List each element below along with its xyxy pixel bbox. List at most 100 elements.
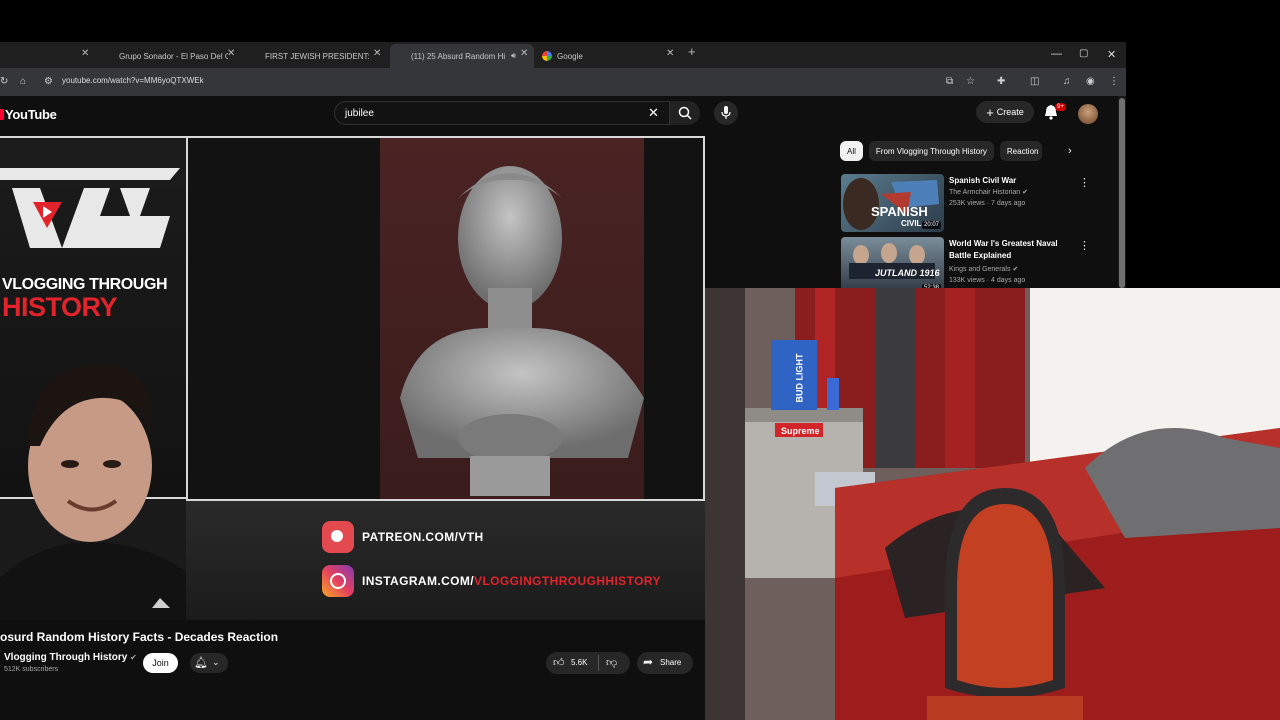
recommendation-item[interactable]: JUTLAND 1916 52:38 World War I's Greates… bbox=[841, 237, 1091, 295]
instagram-icon bbox=[322, 565, 354, 597]
speaker-icon[interactable]: 🔊︎ bbox=[511, 51, 516, 61]
site-info-icon[interactable]: ⚙ bbox=[44, 77, 53, 87]
webcam-room-image bbox=[705, 288, 1280, 720]
bookmark-star-icon[interactable]: ☆ bbox=[966, 77, 975, 87]
tab-label: Google bbox=[557, 51, 583, 61]
instagram-row: INSTAGRAM.COM/VLOGGINGTHROUGHHISTORY bbox=[322, 565, 661, 597]
youtube-logo[interactable]: YouTube bbox=[0, 107, 57, 122]
chip-reaction[interactable]: Reaction bbox=[999, 141, 1042, 161]
search-button[interactable] bbox=[670, 101, 700, 125]
like-count[interactable]: 5.6K bbox=[571, 658, 587, 667]
search-input[interactable]: jubilee bbox=[345, 108, 374, 119]
voice-search-button[interactable] bbox=[714, 101, 738, 125]
menu-icon[interactable]: ⋮ bbox=[1109, 77, 1119, 87]
recommendation-title[interactable]: Spanish Civil War bbox=[949, 175, 1069, 187]
profile-icon[interactable]: ◉ bbox=[1086, 77, 1095, 87]
instagram-handle: VLOGGINGTHROUGHHISTORY bbox=[474, 574, 661, 588]
address-bar: ↻ ⌂ ⚙ youtube.com/watch?v=MM6yoQTXWEk ⧉ … bbox=[0, 68, 1126, 96]
close-tab-icon[interactable]: ✕ bbox=[520, 49, 528, 59]
chip-all[interactable]: All bbox=[840, 141, 863, 161]
maximize-icon[interactable]: ▢ bbox=[1079, 48, 1088, 59]
like-dislike-group: 👍︎ 5.6K 👎︎ bbox=[546, 652, 630, 674]
side-panel-icon[interactable]: ◫ bbox=[1030, 77, 1039, 87]
verified-icon: ✔ bbox=[130, 653, 137, 662]
thumbs-down-icon[interactable]: 👎︎ bbox=[606, 656, 617, 669]
channel-name[interactable]: Vlogging Through History ✔ bbox=[4, 652, 137, 663]
webcam-overlay: BUD LIGHT Supreme bbox=[705, 288, 1280, 720]
youtube-logo-icon bbox=[0, 109, 4, 120]
more-options-icon[interactable]: ⋮ bbox=[1079, 239, 1090, 252]
channel-name-text: Vlogging Through History bbox=[4, 652, 128, 663]
vth-logo-icon bbox=[0, 168, 180, 248]
tab-grupo-sonador[interactable]: Grupo Sonador - El Paso Del G bbox=[104, 44, 228, 68]
recommendation-item[interactable]: SPANISH CIVIL 20:07 Spanish Civil War Th… bbox=[841, 174, 1091, 232]
recommendation-channel-name: The Armchair Historian bbox=[949, 189, 1021, 196]
close-tab-icon[interactable]: ✕ bbox=[373, 49, 381, 59]
install-app-icon[interactable]: ⧉ bbox=[946, 77, 953, 87]
close-tab-icon[interactable]: ✕ bbox=[81, 49, 89, 59]
more-options-icon[interactable]: ⋮ bbox=[1079, 176, 1090, 189]
share-button[interactable]: ➦ Share bbox=[637, 652, 693, 674]
create-button[interactable]: + Create bbox=[976, 101, 1034, 123]
media-control-icon[interactable]: ♫ bbox=[1063, 77, 1071, 87]
microphone-icon bbox=[721, 106, 731, 119]
home-icon[interactable]: ⌂ bbox=[20, 77, 26, 87]
divider bbox=[598, 655, 599, 671]
url-field[interactable]: youtube.com/watch?v=MM6yoQTXWEk bbox=[62, 76, 204, 85]
vth-brand-line2: HISTORY bbox=[2, 292, 118, 322]
reload-icon[interactable]: ↻ bbox=[0, 77, 8, 87]
recommendation-channel-name: Kings and Generals bbox=[949, 266, 1011, 273]
close-tab-icon[interactable]: ✕ bbox=[666, 49, 674, 59]
close-window-icon[interactable]: ✕ bbox=[1107, 48, 1116, 61]
recommendation-title[interactable]: World War I's Greatest Naval Battle Expl… bbox=[949, 238, 1069, 262]
google-favicon-icon bbox=[542, 51, 552, 61]
close-tab-icon[interactable]: ✕ bbox=[227, 49, 235, 59]
clear-search-icon[interactable]: ✕ bbox=[648, 105, 659, 121]
promo-banner: PATREON.COM/VTH INSTAGRAM.COM/VLOGGINGTH… bbox=[186, 501, 705, 620]
subscriber-count: 512K subscribers bbox=[4, 666, 59, 673]
patreon-row: PATREON.COM/VTH bbox=[322, 521, 484, 553]
share-icon: ➦ bbox=[643, 655, 654, 669]
video-duration: 20:07 bbox=[921, 221, 941, 229]
filter-chips: All From Vlogging Through History Reacti… bbox=[840, 141, 1042, 161]
notification-badge: 9+ bbox=[1055, 103, 1066, 111]
instagram-text: INSTAGRAM.COM/VLOGGINGTHROUGHHISTORY bbox=[362, 574, 661, 588]
recommendation-channel[interactable]: Kings and Generals ✔ bbox=[949, 265, 1018, 273]
minimize-icon[interactable]: — bbox=[1051, 48, 1062, 60]
create-label: Create bbox=[996, 107, 1024, 117]
tab-first-jewish-president[interactable]: FIRST JEWISH PRESIDENT: Ad bbox=[250, 44, 370, 68]
thumbs-up-icon[interactable]: 👍︎ bbox=[553, 656, 565, 669]
thumbnail-text: JUTLAND 1916 bbox=[875, 268, 940, 278]
recommendation-channel[interactable]: The Armchair Historian ✔ bbox=[949, 188, 1028, 196]
video-player[interactable]: VLOGGING THROUGH HISTORY PATREON.COM/VTH… bbox=[0, 136, 705, 620]
video-thumbnail[interactable]: SPANISH CIVIL 20:07 bbox=[841, 174, 944, 232]
main-video-frame bbox=[186, 136, 705, 501]
patreon-icon bbox=[322, 521, 354, 553]
tab-label: Grupo Sonador - El Paso Del G bbox=[119, 51, 228, 61]
recommendation-meta: 133K views · 4 days ago bbox=[949, 277, 1026, 284]
roman-bust-image bbox=[400, 166, 644, 496]
verified-icon: ✔ bbox=[1022, 189, 1029, 196]
share-label: Share bbox=[660, 658, 682, 667]
video-thumbnail[interactable]: JUTLAND 1916 52:38 bbox=[841, 237, 944, 295]
tab-google[interactable]: Google bbox=[542, 44, 662, 68]
subscription-bell-button[interactable]: 🔔︎ ⌄ bbox=[190, 653, 228, 673]
tab-label: FIRST JEWISH PRESIDENT: Ad bbox=[265, 51, 370, 61]
new-tab-icon[interactable]: + bbox=[688, 45, 696, 58]
video-title: osurd Random History Facts - Decades Rea… bbox=[0, 630, 279, 644]
account-avatar[interactable] bbox=[1078, 104, 1098, 124]
search-box[interactable]: jubilee bbox=[334, 101, 670, 125]
join-button[interactable]: Join bbox=[143, 653, 178, 673]
chevron-right-icon[interactable]: › bbox=[1068, 145, 1072, 157]
youtube-logo-text: YouTube bbox=[5, 107, 57, 122]
verified-icon: ✔ bbox=[1012, 266, 1019, 273]
extensions-icon[interactable]: ✚ bbox=[997, 77, 1005, 87]
thumbnail-subtext: CIVIL bbox=[901, 219, 922, 228]
thumbnail-text: SPANISH bbox=[871, 204, 928, 219]
scrollbar-thumb[interactable] bbox=[1119, 98, 1125, 288]
tab-absurd-random-history[interactable]: (11) 25 Absurd Random Hi 🔊︎ bbox=[390, 44, 534, 68]
plus-icon: + bbox=[986, 104, 994, 120]
instagram-prefix: INSTAGRAM.COM/ bbox=[362, 574, 475, 588]
beer-box-label: BUD LIGHT bbox=[794, 353, 805, 403]
chip-from-channel[interactable]: From Vlogging Through History bbox=[868, 141, 994, 161]
